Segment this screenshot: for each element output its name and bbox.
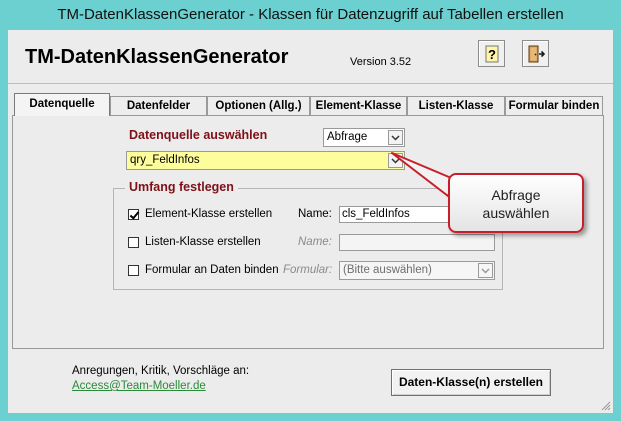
tab-formular-binden[interactable]: Formular binden [505,96,603,115]
tab-label: Optionen (Allg.) [215,100,302,112]
callout-line1: Abfrage [491,187,541,203]
tab-datenfelder[interactable]: Datenfelder [110,96,207,115]
tab-optionen[interactable]: Optionen (Allg.) [207,96,310,115]
datasource-value: qry_FeldInfos [130,154,200,166]
resize-grip-icon[interactable] [601,401,611,411]
datasource-select[interactable]: qry_FeldInfos [126,151,405,170]
datasource-type-select[interactable]: Abfrage [323,128,405,147]
exit-button[interactable] [522,40,549,67]
list-class-checkbox-row[interactable]: Listen-Klasse erstellen [128,236,261,248]
version-label: Version 3.52 [350,56,412,68]
feedback-text: Anregungen, Kritik, Vorschläge an: [72,365,250,377]
exit-door-icon [528,45,545,62]
form-binding-checkbox[interactable] [128,264,139,276]
list-class-label: Listen-Klasse erstellen [145,236,261,248]
tab-element-klasse[interactable]: Element-Klasse [310,96,407,115]
chevron-down-icon[interactable] [478,263,493,278]
list-class-name-input[interactable] [339,234,495,251]
tab-label: Datenquelle [29,98,95,110]
email-link[interactable]: Access@Team-Moeller.de [72,380,206,392]
tab-label: Listen-Klasse [418,100,494,112]
app-window: TM-DatenKlassenGenerator - Klassen für D… [0,0,621,421]
tab-label: Datenfelder [126,100,191,112]
svg-text:?: ? [488,47,496,62]
form-binding-checkbox-row[interactable]: Formular an Daten binden [128,264,279,276]
form-binding-label: Formular an Daten binden [145,264,279,276]
tab-label: Formular binden [508,100,600,112]
form-select[interactable]: (Bitte auswählen) [339,261,495,280]
chevron-down-icon[interactable] [388,130,403,145]
tab-datenquelle[interactable]: Datenquelle [14,93,110,116]
tab-listen-klasse[interactable]: Listen-Klasse [407,96,505,115]
window-title: TM-DatenKlassenGenerator - Klassen für D… [57,6,564,23]
list-class-name-label: Name: [298,236,332,248]
datasource-heading: Datenquelle auswählen [129,128,268,142]
scope-legend: Umfang festlegen [125,180,238,194]
create-classes-button[interactable]: Daten-Klasse(n) erstellen [391,369,551,396]
form-label: Formular: [283,264,333,276]
header-divider [8,83,613,84]
element-class-name-label: Name: [298,208,332,220]
element-class-checkbox[interactable] [128,208,139,220]
callout-line2: auswählen [482,205,550,221]
app-title: TM-DatenKlassenGenerator [25,46,289,68]
client-area: TM-DatenKlassenGenerator Version 3.52 ? … [8,30,613,413]
element-class-label: Element-Klasse erstellen [145,208,273,220]
tab-label: Element-Klasse [315,100,402,112]
callout-bubble: Abfrage auswählen [448,173,584,233]
help-button[interactable]: ? [478,40,505,67]
form-select-value: (Bitte auswählen) [343,264,432,276]
question-mark-icon: ? [485,45,498,62]
element-class-checkbox-row[interactable]: Element-Klasse erstellen [128,208,272,220]
list-class-checkbox[interactable] [128,236,139,248]
datasource-type-value: Abfrage [327,131,368,143]
